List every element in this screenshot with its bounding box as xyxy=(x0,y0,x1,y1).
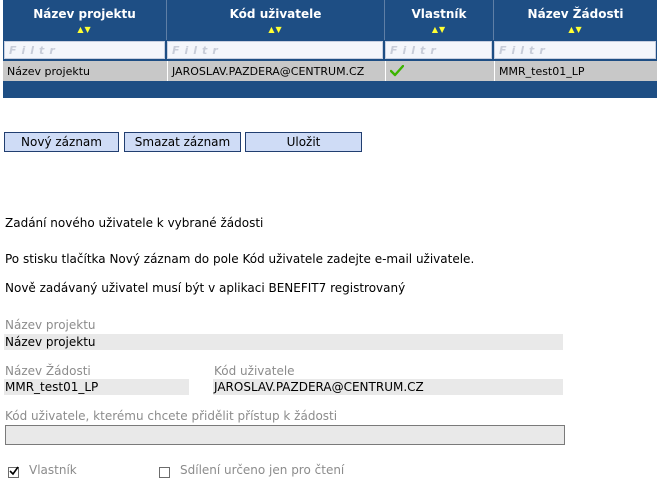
sort-arrows-icon[interactable]: ▲▼ xyxy=(385,25,493,34)
kod-uzivatele-field: JAROSLAV.PAZDERA@CENTRUM.CZ xyxy=(213,379,563,395)
save-button[interactable]: Uložit xyxy=(245,132,362,152)
sort-arrows-icon[interactable]: ▲▼ xyxy=(167,25,384,34)
vlastnik-checkbox[interactable] xyxy=(8,466,19,478)
nazev-projektu-label: Název projektu xyxy=(5,318,96,332)
delete-record-button[interactable]: Smazat záznam xyxy=(124,132,241,152)
column-header-vlastnik[interactable]: Vlastník ▲▼ xyxy=(385,0,493,40)
column-header-nazev-zadosti[interactable]: Název Žádosti ▲▼ xyxy=(494,0,657,40)
registration-note: Nově zadávaný uživatel musí být v aplika… xyxy=(5,281,406,295)
cell-nazev-zadosti: MMR_test01_LP xyxy=(494,61,657,81)
nazev-zadosti-field: MMR_test01_LP xyxy=(4,379,189,395)
column-header-label: Vlastník xyxy=(411,7,467,21)
filter-input-nazev-projektu[interactable]: Filtr xyxy=(4,41,165,59)
filter-input-kod-uzivatele[interactable]: Filtr xyxy=(167,41,383,59)
vlastnik-checkbox-label: Vlastník xyxy=(29,463,77,477)
column-header-label: Název Žádosti xyxy=(527,7,624,21)
sort-arrows-icon[interactable]: ▲▼ xyxy=(3,25,166,34)
sort-arrows-icon[interactable]: ▲▼ xyxy=(494,25,657,34)
section-heading: Zadání nového uživatele k vybrané žádost… xyxy=(5,216,264,230)
column-header-label: Kód uživatele xyxy=(229,7,322,21)
sdileni-checkbox[interactable] xyxy=(159,467,170,478)
instruction-text: Po stisku tlačítka Nový záznam do pole K… xyxy=(5,252,475,266)
nazev-zadosti-label: Název Žádosti xyxy=(5,364,91,378)
user-access-input[interactable] xyxy=(5,425,565,445)
filter-input-nazev-zadosti[interactable]: Filtr xyxy=(494,41,656,59)
new-record-button[interactable]: Nový záznam xyxy=(4,132,119,152)
filter-input-vlastnik[interactable]: Filtr xyxy=(385,41,492,59)
pristup-label: Kód uživatele, kterému chcete přidělit p… xyxy=(5,409,338,423)
column-header-nazev-projektu[interactable]: Název projektu ▲▼ xyxy=(3,0,166,40)
nazev-projektu-field: Název projektu xyxy=(4,334,563,350)
checkmark-icon xyxy=(9,466,19,476)
records-grid: Název projektu ▲▼ Kód uživatele ▲▼ Vlast… xyxy=(3,0,657,98)
check-icon xyxy=(389,64,405,77)
kod-uzivatele-label: Kód uživatele xyxy=(214,364,295,378)
sdileni-checkbox-label: Sdílení určeno jen pro čtení xyxy=(180,463,345,477)
column-header-label: Název projektu xyxy=(33,7,136,21)
cell-vlastnik xyxy=(385,61,494,81)
cell-nazev-projektu: Název projektu xyxy=(3,61,167,81)
cell-kod-uzivatele: JAROSLAV.PAZDERA@CENTRUM.CZ xyxy=(167,61,385,81)
column-header-kod-uzivatele[interactable]: Kód uživatele ▲▼ xyxy=(167,0,384,40)
